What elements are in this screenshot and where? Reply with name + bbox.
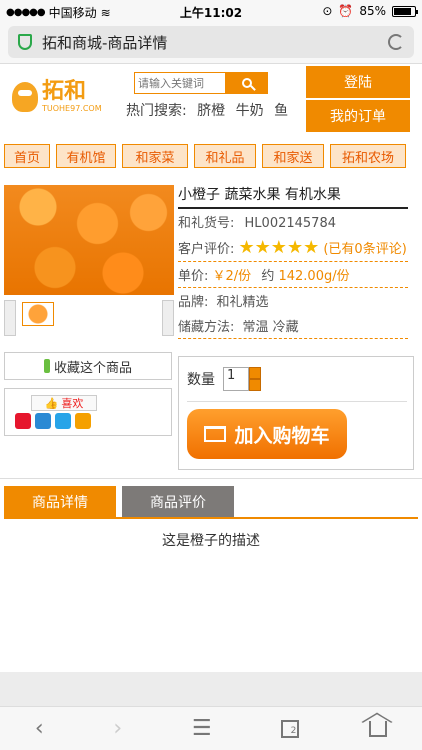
hot-searches: 热门搜索: 脐橙 牛奶 鱼 [126, 100, 294, 120]
status-bar: ●●●●● 中国移动 ≋ 上午11:02 ⊙ ⏰ 85% [0, 0, 422, 22]
nav-item-farm[interactable]: 拓和农场 [330, 144, 406, 168]
storage-value: 常温 冷藏 [242, 320, 299, 335]
renren-icon[interactable] [35, 413, 51, 429]
rating-label: 客户评价: [178, 242, 235, 257]
hot-search-term[interactable]: 脐橙 [197, 103, 225, 119]
tabs-icon[interactable]: 2 [281, 719, 300, 738]
decrement-button[interactable] [249, 379, 261, 391]
tab-count: 2 [290, 725, 297, 736]
back-icon[interactable]: ‹ [35, 716, 44, 741]
reload-icon[interactable] [388, 34, 404, 50]
cart-icon [204, 426, 227, 442]
bookmark-icon [43, 359, 50, 373]
share-panel: 👍 喜欢 [4, 388, 172, 436]
footer-area [0, 672, 422, 706]
price-label: 单价: [178, 269, 209, 284]
like-label: 喜欢 [61, 397, 84, 410]
sku-value: HL002145784 [244, 216, 336, 231]
nav-item-delivery[interactable]: 和家送 [262, 144, 324, 168]
product-image[interactable] [4, 185, 174, 295]
menu-icon[interactable]: ☰ [192, 716, 212, 741]
favorite-label: 收藏这个商品 [53, 360, 132, 376]
add-to-cart-button[interactable]: 加入购物车 [187, 409, 347, 459]
weight-value: 142.00g/份 [278, 269, 350, 284]
forward-icon[interactable]: › [113, 716, 122, 741]
storage-label: 储藏方法: [178, 320, 235, 335]
weibo-icon[interactable] [15, 413, 31, 429]
nav-item-home[interactable]: 首页 [4, 144, 50, 168]
hot-search-term[interactable]: 鱼 [274, 103, 288, 119]
nav-item-organic[interactable]: 有机馆 [56, 144, 116, 168]
tab-reviews[interactable]: 商品评价 [122, 486, 234, 517]
nav-item-gifts[interactable]: 和礼品 [194, 144, 256, 168]
mascot-icon [12, 81, 38, 112]
main-nav: 首页 有机馆 和家菜 和礼品 和家送 拓和农场 [4, 144, 406, 168]
browser-address-bar: 拓和商城-商品详情 [0, 22, 422, 64]
thumbnail[interactable] [22, 302, 54, 326]
site-header: 拓和 TUOHE97.COM 热门搜索: 脐橙 牛奶 鱼 登陆 我的订单 [0, 64, 422, 136]
price-value: ￥2/份 [212, 269, 252, 284]
favorite-button[interactable]: 收藏这个商品 [4, 352, 172, 380]
page-title: 拓和商城-商品详情 [42, 33, 168, 52]
search-button[interactable] [226, 72, 268, 94]
product-title: 小橙子 蔬菜水果 有机水果 [178, 184, 408, 209]
battery-icon [392, 5, 418, 17]
url-field[interactable]: 拓和商城-商品详情 [8, 26, 414, 58]
product-description: 这是橙子的描述 [162, 533, 260, 549]
alarm-icon: ⏰ [338, 4, 354, 18]
browser-toolbar: ‹ › ☰ 2 [0, 706, 422, 750]
divider [0, 478, 422, 479]
lock-rotation-icon: ⊙ [322, 4, 333, 18]
detail-tabs: 商品详情 商品评价 [4, 486, 418, 519]
search-icon [242, 78, 252, 88]
hot-search-label: 热门搜索: [126, 103, 187, 119]
approx-label: 约 [261, 269, 275, 284]
thumb-next-button[interactable] [162, 300, 174, 336]
quantity-label: 数量 [187, 372, 215, 388]
add-to-cart-label: 加入购物车 [234, 424, 330, 447]
nav-item-home-dishes[interactable]: 和家菜 [122, 144, 188, 168]
search-input[interactable] [134, 72, 226, 94]
divider [187, 401, 407, 402]
login-button[interactable]: 登陆 [306, 66, 410, 98]
battery-percent: 85% [359, 4, 386, 18]
brand-label: 品牌: [178, 295, 209, 310]
home-icon[interactable] [369, 720, 388, 737]
tencent-weibo-icon[interactable] [55, 413, 71, 429]
quantity-stepper [249, 367, 261, 391]
product-info: 小橙子 蔬菜水果 有机水果 和礼货号: HL002145784 客户评价: ★★… [178, 184, 408, 339]
purchase-box: 数量 1 加入购物车 [178, 356, 414, 470]
sku-label: 和礼货号: [178, 216, 235, 231]
share-more-icon[interactable] [75, 413, 91, 429]
thumb-prev-button[interactable] [4, 300, 16, 336]
tab-details[interactable]: 商品详情 [4, 486, 116, 517]
logo-domain: TUOHE97.COM [42, 104, 102, 113]
secure-shield-icon [18, 34, 32, 50]
my-orders-button[interactable]: 我的订单 [306, 100, 410, 132]
thumbnail-strip [4, 300, 174, 336]
increment-button[interactable] [249, 367, 261, 379]
site-logo[interactable]: 拓和 TUOHE97.COM [12, 80, 102, 113]
search-bar [134, 72, 268, 94]
review-count-link[interactable]: (已有0条评论) [323, 242, 406, 257]
brand-value: 和礼精选 [216, 295, 269, 310]
hot-search-term[interactable]: 牛奶 [236, 103, 264, 119]
like-button[interactable]: 👍 喜欢 [31, 395, 97, 411]
thumbs-up-icon: 👍 [44, 396, 59, 410]
rating-stars: ★★★★★ [238, 237, 320, 258]
quantity-input[interactable]: 1 [223, 367, 249, 391]
logo-text: 拓和 [42, 79, 87, 104]
